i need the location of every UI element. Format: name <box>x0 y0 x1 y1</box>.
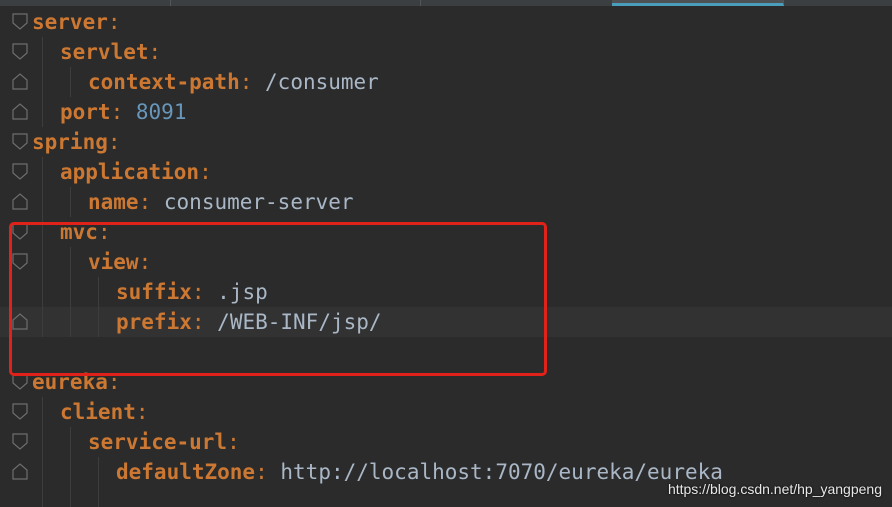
yaml-colon: : <box>110 100 124 124</box>
yaml-colon: : <box>138 190 152 214</box>
yaml-colon: : <box>107 130 121 154</box>
fold-open-icon[interactable] <box>12 403 28 420</box>
code-line[interactable]: service-url: <box>88 427 240 457</box>
fold-open-icon[interactable] <box>12 373 28 390</box>
indent-guide <box>42 397 43 507</box>
yaml-key: service-url <box>88 430 228 454</box>
yaml-colon: : <box>199 160 212 184</box>
fold-open-icon[interactable] <box>12 13 28 30</box>
code-line[interactable]: defaultZone: http://localhost:7070/eurek… <box>116 457 723 487</box>
yaml-key: servlet <box>60 40 149 64</box>
indent-guide <box>42 37 43 127</box>
fold-end-icon[interactable] <box>12 463 28 480</box>
fold-open-icon[interactable] <box>12 43 28 60</box>
editor-tab[interactable] <box>170 0 421 6</box>
yaml-key: context-path <box>88 70 240 94</box>
fold-end-icon[interactable] <box>12 103 28 120</box>
yaml-value: http://localhost:7070/eureka/eureka <box>280 460 723 484</box>
yaml-key: name <box>88 190 139 214</box>
yaml-value: consumer-server <box>163 190 354 214</box>
yaml-colon: : <box>148 40 162 64</box>
yaml-colon: : <box>255 460 268 484</box>
watermark: https://blog.csdn.net/hp_yangpeng <box>667 481 882 497</box>
fold-open-icon[interactable] <box>12 433 28 450</box>
yaml-key: port <box>60 100 111 124</box>
yaml-colon: : <box>135 400 149 424</box>
yaml-value: 8091 <box>135 100 187 124</box>
yaml-key: defaultZone <box>116 460 256 484</box>
code-line[interactable]: client: <box>60 397 149 427</box>
code-line[interactable]: port: 8091 <box>60 97 186 127</box>
yaml-key: client <box>60 400 136 424</box>
code-line[interactable]: spring: <box>32 127 121 157</box>
yaml-key: spring <box>32 130 108 154</box>
code-line[interactable]: name: consumer-server <box>88 187 354 217</box>
code-line[interactable]: servlet: <box>60 37 161 67</box>
yaml-value: /consumer <box>265 70 379 94</box>
yaml-colon: : <box>107 10 121 34</box>
indent-guide <box>70 187 71 217</box>
fold-end-icon[interactable] <box>12 73 28 90</box>
code-line[interactable]: context-path: /consumer <box>88 67 379 97</box>
yaml-key: server <box>32 10 108 34</box>
indent-guide <box>70 427 71 507</box>
indent-guide <box>70 67 71 97</box>
yaml-key: application <box>60 160 200 184</box>
editor-tab[interactable] <box>420 0 613 6</box>
code-line[interactable]: application: <box>60 157 212 187</box>
code-editor[interactable]: server: servlet: context-path: /consumer po… <box>0 0 892 507</box>
yaml-colon: : <box>227 430 240 454</box>
fold-end-icon[interactable] <box>12 193 28 210</box>
code-line[interactable]: server: <box>32 7 121 37</box>
fold-open-icon[interactable] <box>12 163 28 180</box>
annotation-highlight-box <box>9 222 547 376</box>
yaml-colon: : <box>239 70 253 94</box>
fold-open-icon[interactable] <box>12 133 28 150</box>
editor-tab-strip <box>0 0 892 7</box>
indent-guide <box>98 457 99 507</box>
editor-tab-active[interactable] <box>612 0 784 6</box>
